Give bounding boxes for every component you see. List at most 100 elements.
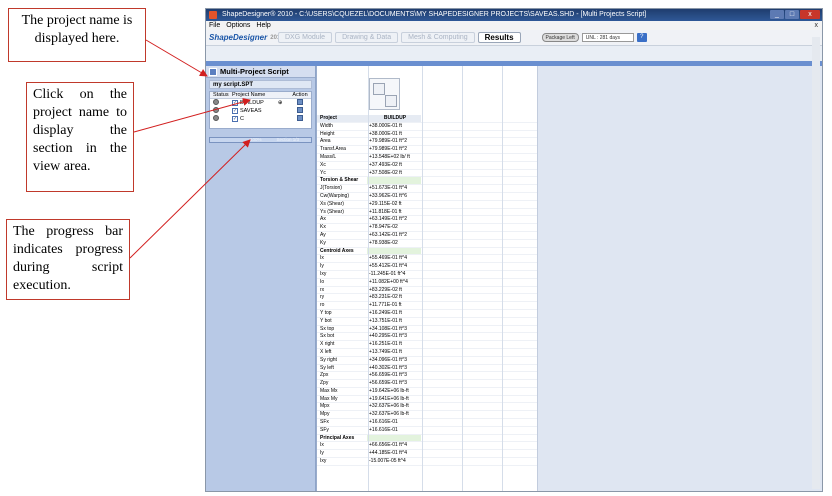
results-row: Cw(Warping) +33.962E-01 ft^6 [317,193,537,201]
minimize-button[interactable]: _ [770,10,784,19]
result-key: Sx top [320,325,335,332]
results-row: Ax +63.149E-01 ft^2 [317,216,537,225]
results-row: Transf.Area +79.989E-01 ft^2 [317,146,537,154]
results-row: Yc +37.508E-02 ft [317,170,537,178]
result-value: +11.082E+00 ft^4 [369,278,408,285]
callout-click-project: Click on the project name to display the… [26,82,134,192]
results-row: Ky +78.938E-02 [317,240,537,248]
results-row: Ix +66.656E-01 ft^4 [317,442,537,451]
panel-title: Multi-Project Script [220,67,289,76]
result-key: Transf.Area [320,146,346,153]
result-key: SFy [320,426,329,433]
callout-progress-bar: The progress bar indicates progress duri… [6,219,130,300]
result-key: Sy left [320,364,334,371]
results-row: Xc +37.493E-02 ft [317,162,537,170]
result-value: +16.616E-01 [369,426,398,433]
result-value: +33.962E-01 ft^6 [369,192,408,199]
result-key: Iy [320,263,324,270]
result-value: +13.749E-01 ft [369,348,402,355]
result-key: Zpy [320,380,329,387]
menu-file[interactable]: File [209,21,220,30]
result-key: SFx [320,419,329,426]
menu-help[interactable]: Help [256,21,270,30]
project-name-header: Project Name [232,92,266,98]
results-row: Ix +55.469E-01 ft^4 [317,255,537,264]
project-row[interactable]: ✓ C [210,114,311,123]
result-key: Mass/L [320,153,337,160]
result-value: +34.096E-01 ft^3 [369,356,408,363]
header-value: BUILDUP [367,115,421,122]
status-icon [213,114,219,121]
result-value: +16.251E-01 ft [369,341,402,348]
title-bar: ShapeDesigner® 2010 - C:\USERS\CQUEZEL\D… [206,9,822,21]
results-row: Max My +19.641E+06 lb-ft [317,396,537,404]
multi-project-panel: Multi-Project Script my script.SPT Statu… [206,66,316,491]
result-key: Ky [320,239,326,246]
app-logo: ShapeDesigner 2010 [206,32,284,43]
result-value: +38.000E-01 ft [369,130,402,137]
maximize-button[interactable]: □ [785,10,799,19]
tab-dxg-module[interactable]: DXG Module [278,32,333,43]
results-row: Ixy -11.245E-01 ft^4 [317,271,537,279]
project-checkbox[interactable]: ✓ [232,108,238,114]
close-button[interactable]: x [800,10,820,19]
project-name[interactable]: BUILDUP [240,99,264,107]
result-key: Cw(Warping) [320,192,349,199]
result-value: +79.989E-01 ft^2 [369,146,408,153]
help-icon[interactable]: ? [636,33,647,42]
result-value: +29.115E-02 ft [369,200,402,207]
results-row: X right +16.251E-01 ft [317,341,537,349]
result-key: Ix [320,442,324,449]
results-row: Width +38.000E-01 ft [317,123,537,131]
result-value: +44.185E-01 ft^4 [369,450,408,457]
project-name[interactable]: SAVEAS [240,107,262,115]
result-value: +32.637E+06 lb-ft [369,403,409,410]
result-value: +55.469E-01 ft^4 [369,255,408,262]
result-value: +78.947E-02 [369,224,398,231]
results-row: Ixy -15.007E-05 ft^4 [317,458,537,466]
mdi-close-icon[interactable]: x [815,21,819,30]
result-key: ry [320,294,325,301]
results-row: Ys (Shear) +11.818E-01 ft [317,209,537,217]
results-table: Project BUILDUP Width +38.000E-01 ft Heigh… [317,115,537,466]
menu-options[interactable]: Options [226,21,250,30]
result-value: +16.616E-01 [369,419,398,426]
vertical-scrollbar[interactable] [812,37,820,489]
results-section-row: Centroid Axes [317,247,537,256]
tab-results[interactable]: Results [477,32,521,43]
result-key: ro [320,302,325,309]
action-icon[interactable] [297,106,303,113]
result-value: -15.007E-05 ft^4 [369,458,406,465]
tab-mesh-computing[interactable]: Mesh & Computing [401,32,475,43]
project-name[interactable]: C [240,115,244,123]
results-sheet: Project BUILDUP Width +38.000E-01 ft Heigh… [316,66,538,491]
result-key: Ixy [320,270,327,277]
results-row: Max Mx +19.642E+06 lb-ft [317,388,537,396]
project-checkbox[interactable]: ✓ [232,100,238,106]
result-value: +83.231E-02 ft [369,294,402,301]
result-value: +55.412E-01 ft^4 [369,263,408,270]
results-row: SFy +16.616E-01 [317,427,537,435]
results-row: X left +13.749E-01 ft [317,349,537,357]
result-value: +34.108E-01 ft^3 [369,325,408,332]
action-icon[interactable] [297,114,303,121]
result-key: Principal Axes [320,434,355,441]
project-checkbox[interactable]: ✓ [232,116,238,122]
header-key: Project [317,115,367,122]
result-key: Mpx [320,403,330,410]
tab-drawing-data[interactable]: Drawing & Data [335,32,399,43]
result-value [367,434,421,442]
result-key: Kx [320,224,326,231]
package-left-button[interactable]: Package Left [541,33,579,42]
menu-bar: File Options Help x [206,21,822,30]
results-row: Sy left +40.302E-01 ft^3 [317,365,537,373]
results-row: Kx +78.947E-02 [317,224,537,232]
expand-icon[interactable]: ⊕ [278,99,283,107]
logo-text: ShapeDesigner [209,32,268,42]
results-row: SFx +16.616E-01 [317,419,537,427]
arrow-to-project-name [145,39,208,77]
result-value: +56.659E-01 ft^3 [369,380,408,387]
results-row: Y bot +13.751E-01 ft [317,318,537,326]
action-icon[interactable] [297,98,303,105]
results-row: rx +83.229E-02 ft [317,287,537,295]
